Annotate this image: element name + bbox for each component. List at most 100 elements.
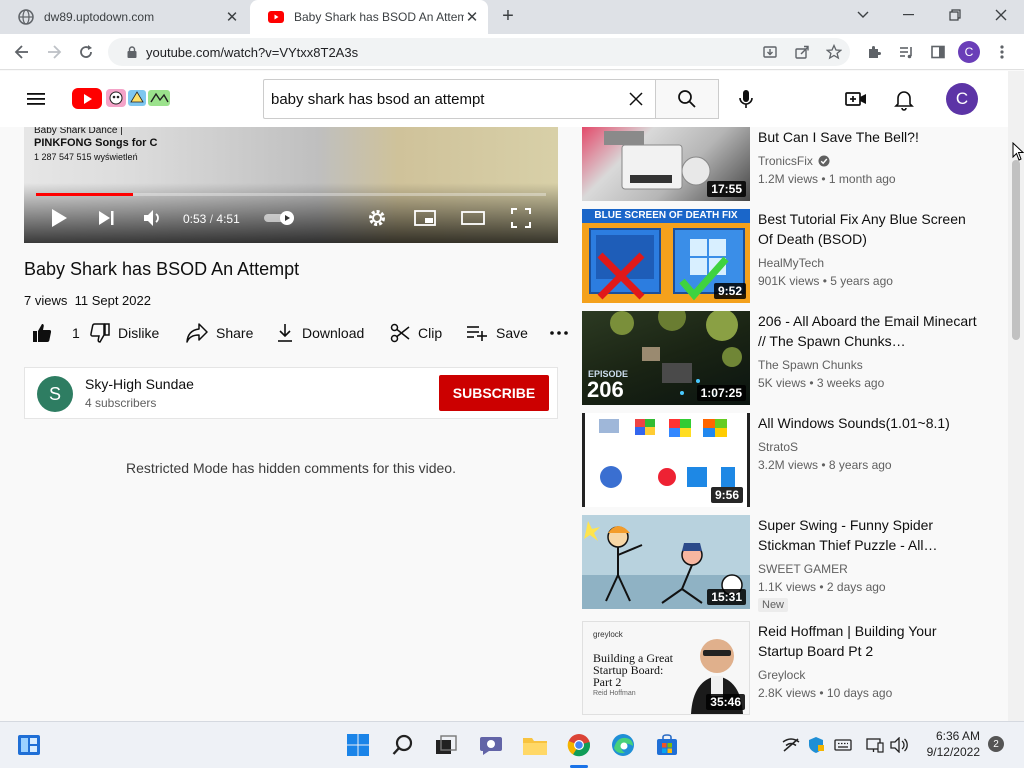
new-tab-button[interactable]: + (497, 6, 519, 27)
recommendation-title[interactable]: All Windows Sounds(1.01~8.1) (758, 413, 978, 433)
download-button[interactable]: Download (276, 321, 364, 345)
browser-profile-avatar[interactable]: C (958, 41, 980, 63)
recommendation-channel[interactable]: TronicsFix (758, 154, 830, 168)
recommendation-channel[interactable]: StratoS (758, 440, 798, 454)
recommendation-channel[interactable]: HealMyTech (758, 256, 824, 270)
recommendation-item[interactable]: 9:56 All Windows Sounds(1.01~8.1) Strato… (582, 413, 982, 508)
share-button[interactable]: Share (186, 321, 253, 345)
microsoft-store-icon[interactable] (654, 732, 680, 758)
video-thumbnail[interactable]: 9:56 (582, 413, 750, 507)
create-video-icon[interactable] (844, 87, 868, 111)
subscriber-count: 4 subscribers (85, 396, 157, 410)
video-thumbnail[interactable]: 15:31 (582, 515, 750, 609)
video-overlay-text: PINKFONG Songs for C (34, 137, 158, 149)
media-control-icon[interactable] (894, 40, 918, 64)
video-player[interactable]: Baby Shark Dance | PINKFONG Songs for C … (24, 127, 558, 243)
miniplayer-icon[interactable] (412, 205, 438, 231)
recommendation-title[interactable]: 206 - All Aboard the Email Minecart // T… (758, 311, 978, 351)
play-icon[interactable] (46, 205, 72, 231)
tab-youtube-video[interactable]: Baby Shark has BSOD An Attempt ✕ (250, 0, 488, 34)
share-icon[interactable] (790, 40, 814, 64)
search-input[interactable]: baby shark has bsod an attempt (264, 91, 616, 108)
recommendation-channel[interactable]: Greylock (758, 668, 805, 682)
security-shield-icon[interactable] (807, 736, 825, 754)
back-arrow-icon[interactable] (10, 40, 34, 64)
like-button[interactable]: 1 (32, 321, 80, 345)
recommendation-title[interactable]: Best Tutorial Fix Any Blue Screen Of Dea… (758, 209, 978, 249)
fullscreen-icon[interactable] (508, 205, 534, 231)
notifications-bell-icon[interactable] (892, 87, 916, 111)
keyboard-icon[interactable] (834, 736, 852, 754)
widgets-icon[interactable] (16, 732, 42, 758)
chat-teams-icon[interactable] (478, 732, 504, 758)
youtube-play-logo-icon (72, 87, 102, 109)
video-thumbnail[interactable]: BLUE SCREEN OF DEATH FIX 9:52 (582, 209, 750, 303)
forward-arrow-icon[interactable] (42, 40, 66, 64)
search-button[interactable] (655, 79, 719, 119)
install-app-icon[interactable] (758, 40, 782, 64)
save-button[interactable]: Save (466, 321, 528, 345)
settings-gear-icon[interactable] (364, 205, 390, 231)
close-tab-icon[interactable]: ✕ (464, 9, 480, 26)
channel-avatar[interactable]: S (37, 376, 73, 412)
recommendation-item[interactable]: 17:55 But Can I Save The Bell?! TronicsF… (582, 127, 982, 201)
close-tab-icon[interactable]: ✕ (224, 9, 240, 26)
notification-count-badge[interactable]: 2 (988, 736, 1004, 752)
tab-uptodown[interactable]: dw89.uptodown.com ✕ (0, 0, 248, 34)
taskbar-time[interactable]: 6:36 AM (920, 729, 980, 743)
recommendation-channel[interactable]: SWEET GAMER (758, 562, 848, 576)
view-count: 7 views (24, 293, 68, 308)
file-explorer-icon[interactable] (522, 732, 548, 758)
recommendation-title[interactable]: Reid Hoffman | Building Your Startup Boa… (758, 621, 978, 661)
start-windows-icon[interactable] (345, 732, 371, 758)
more-actions-icon[interactable] (550, 321, 576, 345)
recommendation-item[interactable]: greylock Building a Great Startup Board:… (582, 621, 982, 716)
account-avatar[interactable]: C (946, 83, 978, 115)
chrome-taskbar-icon[interactable] (566, 732, 592, 758)
recommendation-title[interactable]: But Can I Save The Bell?! (758, 127, 978, 147)
video-thumbnail[interactable]: EPISODE 206 1:07:25 (582, 311, 750, 405)
video-thumbnail[interactable]: greylock Building a Great Startup Board:… (582, 621, 750, 715)
volume-icon[interactable] (890, 736, 908, 754)
video-thumbnail[interactable]: 17:55 (582, 127, 750, 201)
extensions-puzzle-icon[interactable] (862, 40, 886, 64)
microphone-icon[interactable] (734, 87, 758, 111)
reload-icon[interactable] (74, 40, 98, 64)
clear-search-icon[interactable] (616, 91, 656, 107)
lock-icon[interactable] (120, 46, 144, 58)
tab-search-icon[interactable] (840, 0, 886, 30)
dislike-button[interactable]: Dislike (90, 321, 159, 345)
minimize-button[interactable] (886, 0, 932, 30)
search-icon[interactable] (390, 732, 416, 758)
bookmark-star-icon[interactable] (822, 40, 846, 64)
theater-mode-icon[interactable] (460, 205, 486, 231)
browser-menu-icon[interactable] (990, 40, 1014, 64)
page-scrollbar-thumb[interactable] (1012, 160, 1020, 340)
youtube-logo[interactable] (72, 85, 172, 111)
next-video-icon[interactable] (94, 205, 120, 231)
scissors-icon (390, 323, 410, 343)
hamburger-menu-icon[interactable] (24, 87, 48, 111)
recommendation-item[interactable]: 15:31 Super Swing - Funny Spider Stickma… (582, 515, 982, 615)
recommendation-channel[interactable]: The Spawn Chunks (758, 358, 863, 372)
close-window-button[interactable] (978, 0, 1024, 30)
subscribe-button[interactable]: SUBSCRIBE (439, 375, 549, 411)
volume-icon[interactable] (140, 205, 166, 231)
side-panel-icon[interactable] (926, 40, 950, 64)
recommendation-item[interactable]: EPISODE 206 1:07:25 206 - All Aboard the… (582, 311, 982, 406)
channel-name[interactable]: Sky-High Sundae (85, 376, 194, 392)
display-network-icon[interactable] (866, 736, 884, 754)
download-icon (278, 324, 292, 342)
network-disconnected-icon[interactable] (782, 736, 800, 754)
address-bar[interactable]: youtube.com/watch?v=VYtxx8T2A3s (108, 38, 850, 66)
recommendation-title[interactable]: Super Swing - Funny Spider Stickman Thie… (758, 515, 978, 555)
autoplay-toggle[interactable] (262, 205, 298, 231)
search-box[interactable]: baby shark has bsod an attempt (263, 79, 656, 119)
task-view-icon[interactable] (433, 732, 459, 758)
recommendation-item[interactable]: BLUE SCREEN OF DEATH FIX 9:52 Best Tutor… (582, 209, 982, 304)
edge-browser-icon[interactable] (610, 732, 636, 758)
restore-button[interactable] (932, 0, 978, 30)
duration: 4:51 (216, 212, 240, 226)
clip-button[interactable]: Clip (390, 321, 442, 345)
taskbar-date[interactable]: 9/12/2022 (916, 745, 980, 759)
